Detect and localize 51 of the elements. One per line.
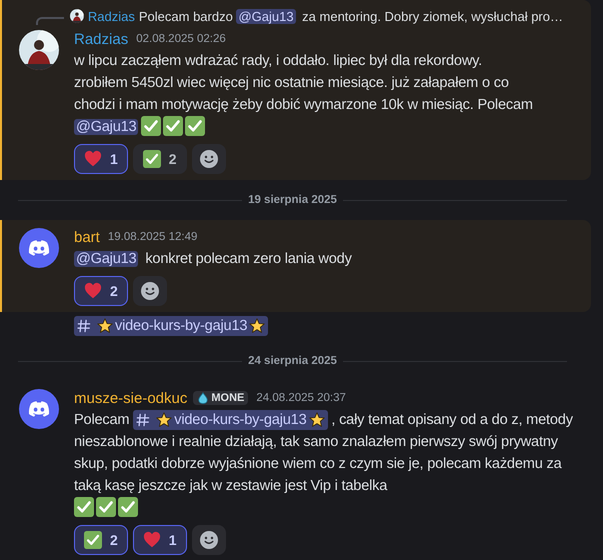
default-avatar-icon xyxy=(19,389,59,429)
check-icon xyxy=(185,116,206,136)
check-icon xyxy=(118,497,138,517)
star-icon xyxy=(156,412,172,428)
user-mention[interactable]: @Gaju13 xyxy=(236,8,296,24)
reply-author[interactable]: Radzias xyxy=(88,8,135,24)
channel-link[interactable]: video-kurs-by-gaju13 xyxy=(74,316,268,336)
heart-icon xyxy=(84,150,102,168)
hash-icon xyxy=(136,413,150,428)
username[interactable]: Radzias xyxy=(74,30,128,48)
check-icon xyxy=(74,497,94,517)
reaction-button[interactable]: 2 xyxy=(132,144,187,174)
channel-link[interactable]: video-kurs-by-gaju13 xyxy=(133,410,328,430)
star-icon xyxy=(249,318,266,334)
timestamp: 24.08.2025 20:37 xyxy=(256,392,346,404)
check-icon xyxy=(141,116,162,136)
timestamp: 19.08.2025 12:49 xyxy=(108,231,198,243)
check-icon xyxy=(163,116,184,136)
emoji-icon xyxy=(198,149,219,169)
add-reaction-button[interactable] xyxy=(192,525,226,555)
heart-icon xyxy=(84,282,102,300)
check-icon xyxy=(96,497,116,517)
server-tag[interactable]: MONE xyxy=(193,391,248,405)
reply-preview: Polecam bardzo @Gaju13 za mentoring. Dobry ziomek, wysłuchał pro… xyxy=(138,8,563,24)
add-reaction-button[interactable] xyxy=(192,144,226,174)
star-icon xyxy=(97,318,113,334)
add-reaction-button[interactable] xyxy=(132,276,167,306)
date-divider: 24 sierpnia 2025 xyxy=(248,355,337,367)
droplet-icon xyxy=(197,392,210,404)
default-avatar-icon xyxy=(19,228,59,268)
user-mention[interactable]: @Gaju13 xyxy=(74,119,138,135)
check-icon xyxy=(142,150,161,168)
username[interactable]: musze-sie-odkuc xyxy=(74,390,188,406)
reaction-button[interactable]: 2 xyxy=(74,276,128,306)
username[interactable]: bart xyxy=(74,228,100,246)
message-text: @Gaju13 konkret polecam zero lania wody xyxy=(74,250,353,269)
timestamp: 02.08.2025 02:26 xyxy=(136,33,226,45)
date-divider: 19 sierpnia 2025 xyxy=(248,194,337,206)
emoji-icon xyxy=(198,530,219,550)
star-icon xyxy=(308,412,325,428)
emoji-icon xyxy=(140,281,160,301)
message-text: Polecam video-kurs-by-gaju13 , cały temat opisany od a do z, metody nieszablonowe i realnie działają, tak samo znalazłem pierwszy swój prywatny skup, podatki dobrze wyjaśnione wiem co z czym sie je, polecam każdemu za taką kasę jeszcze jak w zestawie jest Vip i tabelka xyxy=(74,409,573,519)
reaction-button[interactable]: 1 xyxy=(74,144,128,174)
reaction-button[interactable]: 2 xyxy=(74,525,128,555)
hash-icon xyxy=(77,319,91,334)
user-mention[interactable]: @Gaju13 xyxy=(74,251,138,267)
heart-icon xyxy=(142,531,161,549)
message-text: w lipcu zacząłem wdrażać rady, i oddało. lipiec był dla rekordowy. zrobiłem 5450zl wiec więcej nic ostatnie miesiące. już załapałem o co chodzi i mam motywację żeby dobić wymarzone 10k w miesiąc. Polecam @Gaju13 xyxy=(74,52,534,138)
reply-connector xyxy=(36,16,64,24)
reaction-button[interactable]: 1 xyxy=(132,525,187,555)
check-icon xyxy=(84,531,102,549)
